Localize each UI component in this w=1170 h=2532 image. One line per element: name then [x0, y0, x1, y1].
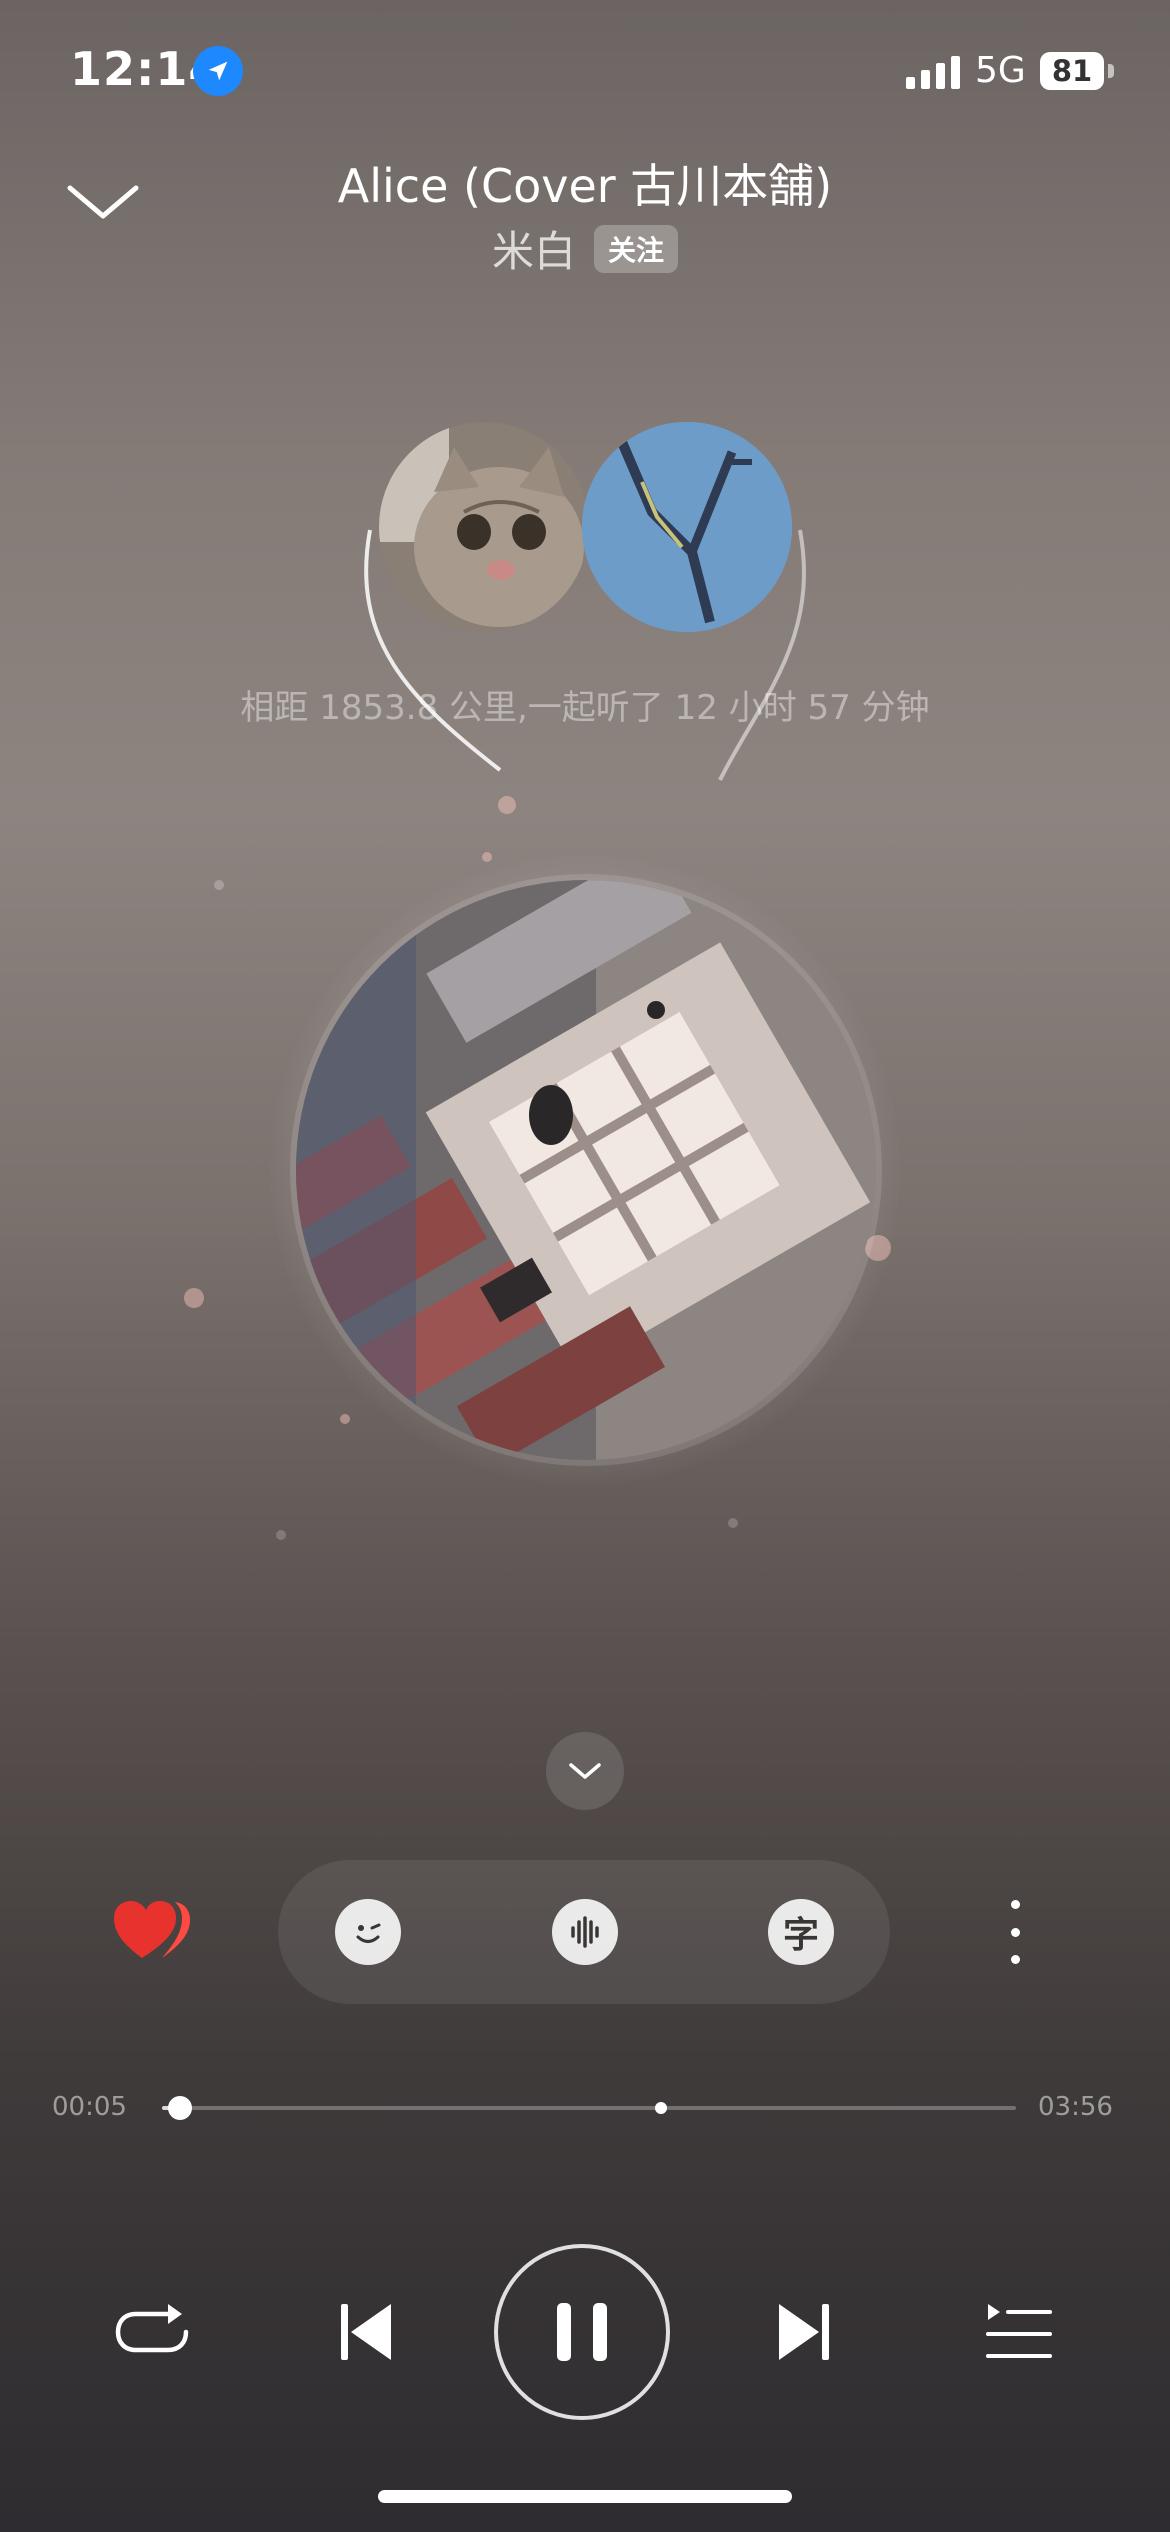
skip-previous-icon	[341, 2304, 391, 2360]
progress-marker	[655, 2102, 667, 2114]
sound-wave-button[interactable]	[552, 1899, 618, 1965]
sparkle	[340, 1414, 350, 1424]
emoji-wink-icon	[356, 1923, 381, 1943]
network-type: 5G	[975, 50, 1026, 91]
pause-bar-right	[593, 2303, 607, 2361]
album-cover[interactable]	[296, 880, 876, 1460]
playlist-icon	[986, 2304, 1052, 2358]
current-time: 00:05	[52, 2092, 127, 2122]
repeat-icon	[115, 2304, 189, 2353]
total-time: 03:56	[1038, 2092, 1113, 2122]
cellular-signal-icon	[906, 56, 960, 89]
lyrics-icon[interactable]: 字	[768, 1899, 834, 1965]
pause-button[interactable]	[494, 2244, 670, 2420]
home-indicator[interactable]	[378, 2490, 792, 2503]
sparkle	[498, 796, 516, 814]
repeat-button[interactable]	[112, 2298, 192, 2368]
playlist-button[interactable]	[984, 2300, 1054, 2364]
song-title: Alice (Cover 古川本舗)	[337, 159, 833, 213]
sound-wave-icon	[571, 1916, 599, 1948]
sparkle	[276, 1530, 286, 1540]
skip-next-icon	[779, 2304, 829, 2360]
next-button[interactable]	[773, 2300, 833, 2364]
follow-button[interactable]: 关注	[594, 224, 679, 273]
more-vertical-icon[interactable]	[1000, 1900, 1030, 1964]
progress-track[interactable]	[162, 2106, 1016, 2110]
like-button[interactable]	[112, 1898, 192, 1964]
artist-name[interactable]: 米白	[492, 218, 576, 279]
progress-knob[interactable]	[167, 2096, 192, 2120]
sparkle	[214, 880, 224, 890]
sparkle	[184, 1288, 204, 1308]
sparkle	[728, 1518, 738, 1528]
chevron-down-icon	[569, 1763, 601, 1779]
previous-button[interactable]	[337, 2300, 397, 2364]
sparkle	[482, 852, 492, 862]
sound-effect-button[interactable]	[335, 1899, 401, 1965]
pause-bar-left	[557, 2303, 571, 2361]
location-arrow-icon	[193, 46, 243, 96]
battery-indicator: 81	[1040, 52, 1104, 90]
avatar-sky[interactable]	[582, 422, 792, 632]
expand-button[interactable]	[546, 1732, 624, 1810]
avatar-cat[interactable]	[379, 422, 589, 632]
battery-tip	[1108, 64, 1114, 78]
artist-row: 米白 关注	[0, 218, 1170, 279]
heart-icon	[114, 1901, 190, 1958]
listen-together-text: 相距 1853.8 公里,一起听了 12 小时 57 分钟	[240, 688, 930, 728]
